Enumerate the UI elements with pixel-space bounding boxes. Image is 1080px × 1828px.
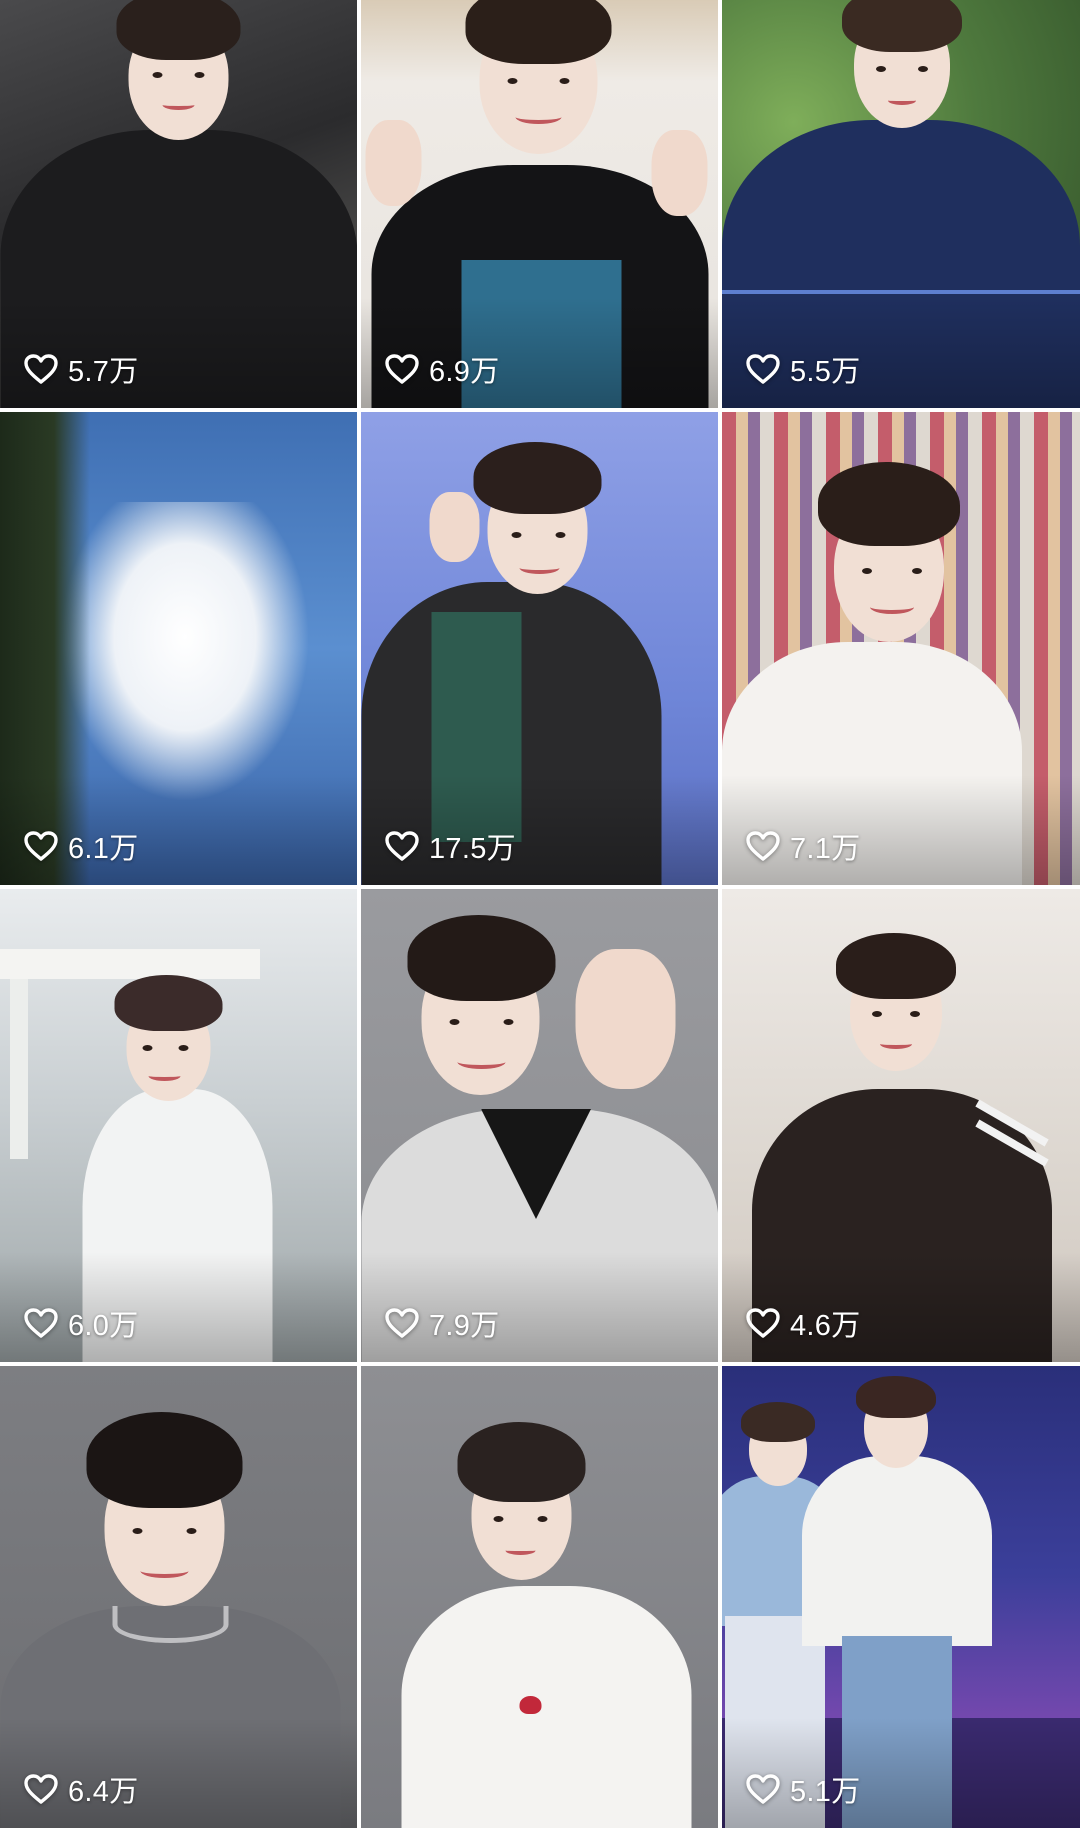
like-count: 6.4万 <box>24 1768 139 1810</box>
video-thumbnail-4[interactable]: 6.1万 <box>0 412 357 889</box>
pavilion-pillar <box>10 979 28 1159</box>
heart-outline-icon[interactable] <box>746 354 780 384</box>
like-count-text: 6.9万 <box>429 356 500 388</box>
like-count-text: 5.5万 <box>790 356 861 388</box>
like-count-text: 4.6万 <box>790 1310 861 1342</box>
like-count: 17.5万 <box>385 825 516 867</box>
video-thumbnail-5[interactable]: 17.5万 <box>361 412 718 889</box>
like-count: 7.1万 <box>746 825 861 867</box>
like-count-text: 17.5万 <box>429 833 516 865</box>
heart-outline-icon[interactable] <box>746 1308 780 1338</box>
like-count-text: 7.9万 <box>429 1310 500 1342</box>
heart-outline-icon[interactable] <box>385 354 419 384</box>
person-figure <box>361 1366 718 1828</box>
like-count: 5.7万 <box>24 348 139 390</box>
heart-outline-icon[interactable] <box>385 831 419 861</box>
like-count: 6.1万 <box>24 825 139 867</box>
video-thumbnail-11[interactable] <box>361 1366 718 1828</box>
video-thumbnail-7[interactable]: 6.0万 <box>0 889 357 1366</box>
video-thumbnail-grid: 5.7万 6.9万 5.5万 6.1万 17.5万 7.1万 6.0万 7.9万… <box>0 0 1080 1828</box>
video-thumbnail-12[interactable]: 5.1万 <box>722 1366 1080 1828</box>
like-count-text: 5.1万 <box>790 1776 861 1808</box>
like-count-text: 6.4万 <box>68 1776 139 1808</box>
video-thumbnail-9[interactable]: 4.6万 <box>722 889 1080 1366</box>
like-count: 6.9万 <box>385 348 500 390</box>
video-thumbnail-10[interactable]: 6.4万 <box>0 1366 357 1828</box>
like-count: 5.1万 <box>746 1768 861 1810</box>
video-thumbnail-2[interactable]: 6.9万 <box>361 0 718 412</box>
video-thumbnail-8[interactable]: 7.9万 <box>361 889 718 1366</box>
heart-outline-icon[interactable] <box>24 1308 58 1338</box>
cloud <box>60 502 310 802</box>
video-thumbnail-6[interactable]: 7.1万 <box>722 412 1080 889</box>
like-count: 6.0万 <box>24 1302 139 1344</box>
like-count-text: 6.1万 <box>68 833 139 865</box>
heart-outline-icon[interactable] <box>746 1774 780 1804</box>
like-count-text: 7.1万 <box>790 833 861 865</box>
heart-outline-icon[interactable] <box>746 831 780 861</box>
video-thumbnail-3[interactable]: 5.5万 <box>722 0 1080 412</box>
like-count-text: 6.0万 <box>68 1310 139 1342</box>
heart-outline-icon[interactable] <box>24 354 58 384</box>
like-count-text: 5.7万 <box>68 356 139 388</box>
like-count: 4.6万 <box>746 1302 861 1344</box>
like-count: 7.9万 <box>385 1302 500 1344</box>
like-count: 5.5万 <box>746 348 861 390</box>
heart-outline-icon[interactable] <box>385 1308 419 1338</box>
video-thumbnail-1[interactable]: 5.7万 <box>0 0 357 412</box>
heart-outline-icon[interactable] <box>24 831 58 861</box>
heart-outline-icon[interactable] <box>24 1774 58 1804</box>
